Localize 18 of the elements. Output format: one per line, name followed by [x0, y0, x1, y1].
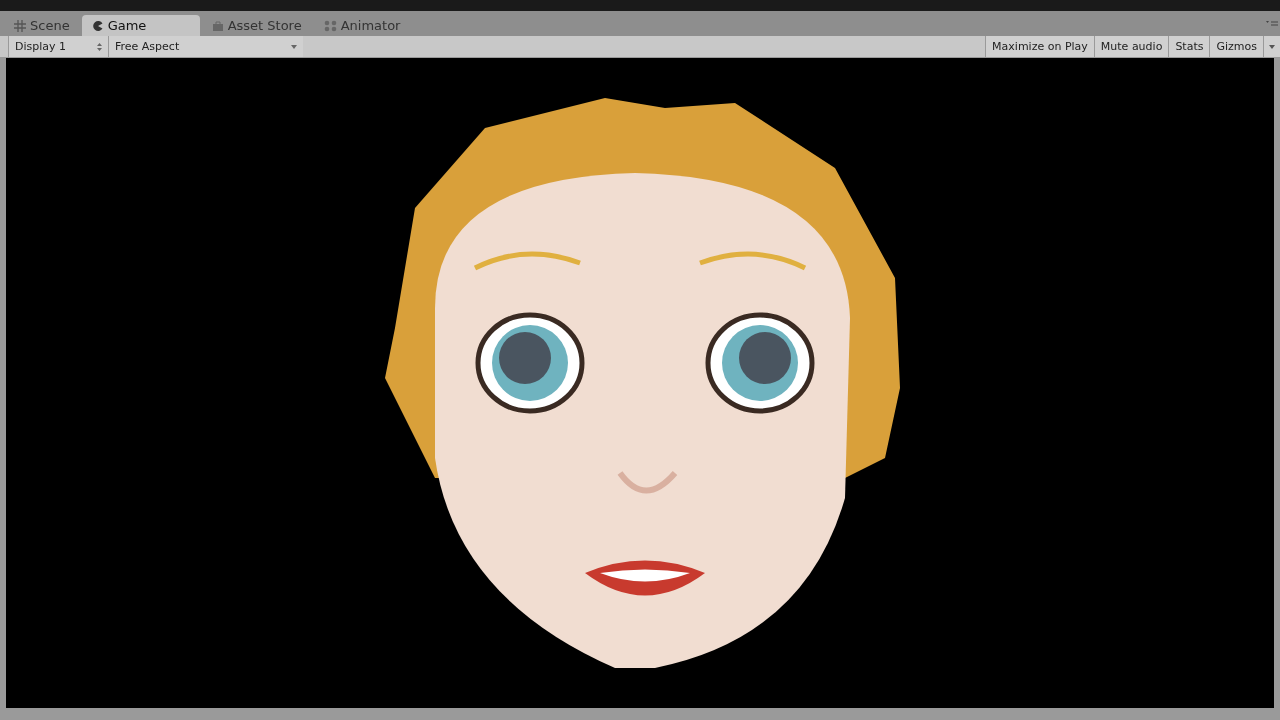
- toolbar-button[interactable]: Maximize on Play: [985, 36, 1094, 57]
- aspect-dropdown[interactable]: Free Aspect: [108, 36, 303, 57]
- tab[interactable]: Scene: [4, 15, 80, 36]
- tab[interactable]: Asset Store: [201, 15, 312, 36]
- caret-icon: [1269, 44, 1275, 49]
- display-dropdown[interactable]: Display 1: [8, 36, 108, 57]
- toolbar-button[interactable]: Mute audio: [1093, 36, 1169, 57]
- toolbar-button[interactable]: Stats: [1168, 36, 1210, 57]
- stepper-icon: [97, 42, 102, 51]
- grid-icon: [14, 19, 26, 32]
- bag-icon: [211, 19, 224, 32]
- gizmos-menu-button[interactable]: [1263, 36, 1280, 57]
- pacman-icon: [91, 19, 104, 32]
- tab[interactable]: Game: [81, 15, 200, 36]
- toolbar-button[interactable]: Gizmos: [1209, 36, 1263, 57]
- tab[interactable]: Animator: [313, 15, 411, 36]
- caret-icon: [291, 44, 297, 49]
- nodes-icon: [323, 19, 337, 32]
